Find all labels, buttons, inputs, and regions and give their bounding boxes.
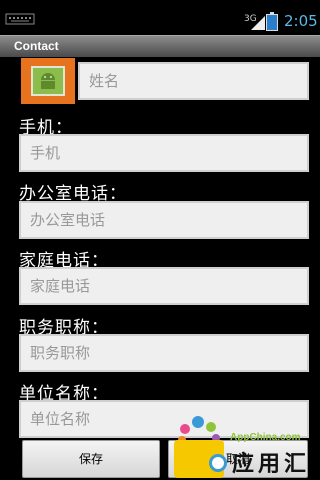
smile-icon	[209, 454, 227, 472]
save-button[interactable]: 保存	[22, 440, 160, 478]
office-phone-field[interactable]	[19, 201, 309, 239]
appchina-watermark: AppChina.com 应用汇	[172, 410, 320, 480]
watermark-url: AppChina.com	[230, 432, 301, 443]
job-title-field[interactable]	[19, 334, 309, 372]
mobile-input[interactable]	[21, 136, 307, 170]
signal-icon	[251, 16, 265, 30]
status-bar: 3G 2:05	[0, 0, 320, 35]
home-phone-input[interactable]	[21, 269, 307, 303]
mobile-field[interactable]	[19, 134, 309, 172]
avatar-button[interactable]	[21, 58, 75, 104]
name-field[interactable]	[78, 62, 309, 100]
title-bar: Contact	[0, 35, 320, 57]
home-phone-field[interactable]	[19, 267, 309, 305]
battery-icon	[266, 12, 278, 31]
app-title: Contact	[14, 39, 59, 53]
android-icon	[31, 66, 65, 96]
job-title-input[interactable]	[21, 336, 307, 370]
keyboard-icon	[5, 13, 35, 25]
watermark-name: 应用汇	[232, 452, 311, 477]
name-input[interactable]	[80, 64, 307, 98]
clock: 2:05	[284, 12, 318, 30]
office-phone-input[interactable]	[21, 203, 307, 237]
